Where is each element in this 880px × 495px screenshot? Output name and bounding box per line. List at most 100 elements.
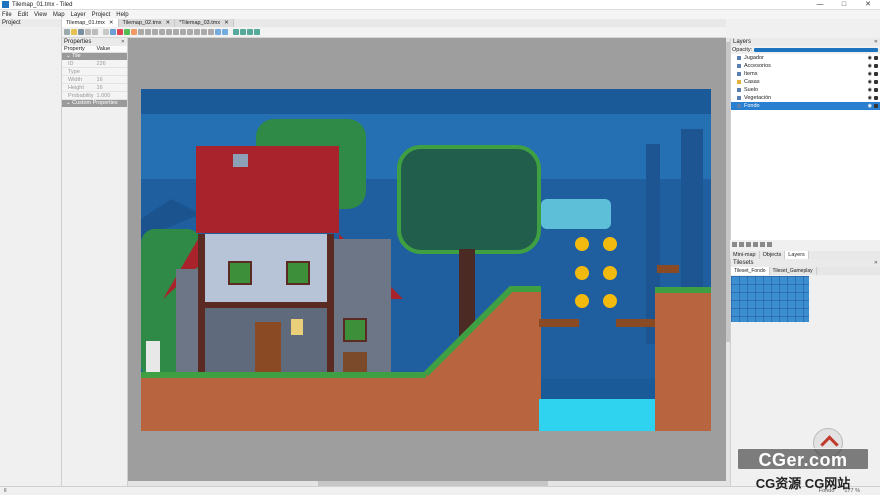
menu-edit[interactable]: Edit (18, 12, 28, 18)
tileset-tiles[interactable] (731, 276, 809, 322)
menu-project[interactable]: Project (92, 12, 111, 18)
tilemap-canvas[interactable] (141, 89, 711, 431)
group-custom-properties[interactable]: ⌄ Custom Properties (62, 100, 127, 107)
edit-polygon-icon[interactable] (166, 29, 172, 35)
lock-icon[interactable] (874, 80, 878, 84)
tab-tileset-gameplay[interactable]: Tileset_Gameplay (770, 267, 817, 275)
opacity-slider[interactable] (754, 48, 878, 52)
tab-objects[interactable]: Objects (760, 251, 786, 259)
layer-suelo[interactable]: Suelo ◉ (731, 86, 880, 94)
insert-ellipse-icon[interactable] (187, 29, 193, 35)
lock-icon[interactable] (874, 104, 878, 108)
undo-icon[interactable] (85, 29, 91, 35)
tab-tileset-fondo[interactable]: Tileset_Fondo (731, 267, 770, 275)
delete-icon[interactable] (760, 241, 765, 247)
open-icon[interactable] (71, 29, 77, 35)
insert-text-icon[interactable] (208, 29, 214, 35)
eraser-icon[interactable] (131, 29, 137, 35)
eye-icon[interactable]: ◉ (868, 70, 872, 78)
layer-fondo[interactable]: Fondo ◉ (731, 102, 880, 110)
property-row[interactable]: Type (62, 68, 127, 76)
tab-mini-map[interactable]: Mini-map (730, 251, 760, 259)
move-down-icon[interactable] (746, 241, 751, 247)
property-row[interactable]: Width 16 (62, 76, 127, 84)
insert-polygon-icon[interactable] (194, 29, 200, 35)
merge-icon[interactable] (767, 241, 772, 247)
stamp-brush-icon[interactable] (103, 29, 109, 35)
menu-file[interactable]: File (2, 12, 12, 18)
project-panel: Project (0, 19, 62, 486)
select-same-icon[interactable] (152, 29, 158, 35)
magic-wand-icon[interactable] (145, 29, 151, 35)
tiled-app-icon (2, 1, 9, 8)
layer-accesorios[interactable]: Accesorios ◉ (731, 62, 880, 70)
coin (603, 266, 617, 280)
doc-tab-tilemap-02[interactable]: Tilemap_02.tmx ✕ (118, 19, 176, 27)
roof-window (233, 154, 248, 167)
doc-tab-tilemap-03[interactable]: *Tilemap_03.tmx ✕ (175, 19, 234, 27)
lock-icon[interactable] (874, 88, 878, 92)
wang-fill-icon[interactable] (222, 29, 228, 35)
group-tile[interactable]: ⌄ Tile (62, 53, 127, 60)
tab-layers[interactable]: Layers (785, 251, 809, 259)
close-icon[interactable]: ✕ (224, 19, 229, 27)
eye-icon[interactable]: ◉ (868, 86, 872, 94)
bucket-fill-icon[interactable] (117, 29, 123, 35)
doc-tab-tilemap-01[interactable]: Tilemap_01.tmx ✕ (62, 19, 119, 27)
shape-fill-icon[interactable] (124, 29, 130, 35)
close-icon[interactable]: ✕ (874, 259, 880, 267)
menu-view[interactable]: View (34, 12, 47, 18)
layer-vegetacion[interactable]: Vegetación ◉ (731, 94, 880, 102)
rect-select-icon[interactable] (138, 29, 144, 35)
property-row[interactable]: ID 226 (62, 60, 127, 68)
maximize-button[interactable]: □ (832, 0, 856, 10)
layer-name: Suelo (744, 87, 759, 93)
terrain-brush-icon[interactable] (110, 29, 116, 35)
insert-tile-icon[interactable] (201, 29, 207, 35)
menu-layer[interactable]: Layer (71, 12, 86, 18)
insert-point-icon[interactable] (180, 29, 186, 35)
close-icon[interactable]: ✕ (109, 19, 114, 27)
menu-map[interactable]: Map (53, 12, 65, 18)
eye-icon[interactable]: ◉ (868, 62, 872, 70)
redo-icon[interactable] (92, 29, 98, 35)
lock-icon[interactable] (874, 64, 878, 68)
duplicate-icon[interactable] (753, 241, 758, 247)
layers-panel-header: Layers ✕ (731, 38, 880, 46)
rotate-left-icon[interactable] (233, 29, 239, 35)
menu-help[interactable]: Help (116, 12, 128, 18)
layer-items[interactable]: Items ◉ (731, 70, 880, 78)
notice-paper (291, 319, 303, 335)
rotate-right-icon[interactable] (240, 29, 246, 35)
wood-platform (616, 319, 656, 327)
lock-icon[interactable] (874, 56, 878, 60)
eye-icon[interactable]: ◉ (868, 94, 872, 102)
close-icon[interactable]: ✕ (121, 38, 127, 46)
move-up-icon[interactable] (739, 241, 744, 247)
property-row[interactable]: Probability 1.000 (62, 92, 127, 100)
property-value: 1.000 (96, 93, 111, 99)
right-cliff-grass (655, 287, 711, 293)
lock-icon[interactable] (874, 72, 878, 76)
cloud (541, 199, 611, 229)
flip-vertical-icon[interactable] (254, 29, 260, 35)
eye-icon[interactable]: ◉ (868, 78, 872, 86)
new-icon[interactable] (64, 29, 70, 35)
layer-jugador[interactable]: Jugador ◉ (731, 54, 880, 62)
save-icon[interactable] (78, 29, 84, 35)
close-button[interactable]: ✕ (856, 0, 880, 10)
object-select-icon[interactable] (159, 29, 165, 35)
tree-canopy (399, 147, 539, 252)
flip-horizontal-icon[interactable] (247, 29, 253, 35)
layer-casas[interactable]: Casas ◉ (731, 78, 880, 86)
close-icon[interactable]: ✕ (165, 19, 170, 27)
random-mode-icon[interactable] (215, 29, 221, 35)
property-row[interactable]: Height 16 (62, 84, 127, 92)
eye-icon[interactable]: ◉ (868, 102, 872, 110)
close-icon[interactable]: ✕ (874, 38, 880, 46)
eye-icon[interactable]: ◉ (868, 54, 872, 62)
lock-icon[interactable] (874, 96, 878, 100)
insert-rect-icon[interactable] (173, 29, 179, 35)
minimize-button[interactable]: — (808, 0, 832, 10)
add-layer-icon[interactable] (732, 241, 737, 247)
